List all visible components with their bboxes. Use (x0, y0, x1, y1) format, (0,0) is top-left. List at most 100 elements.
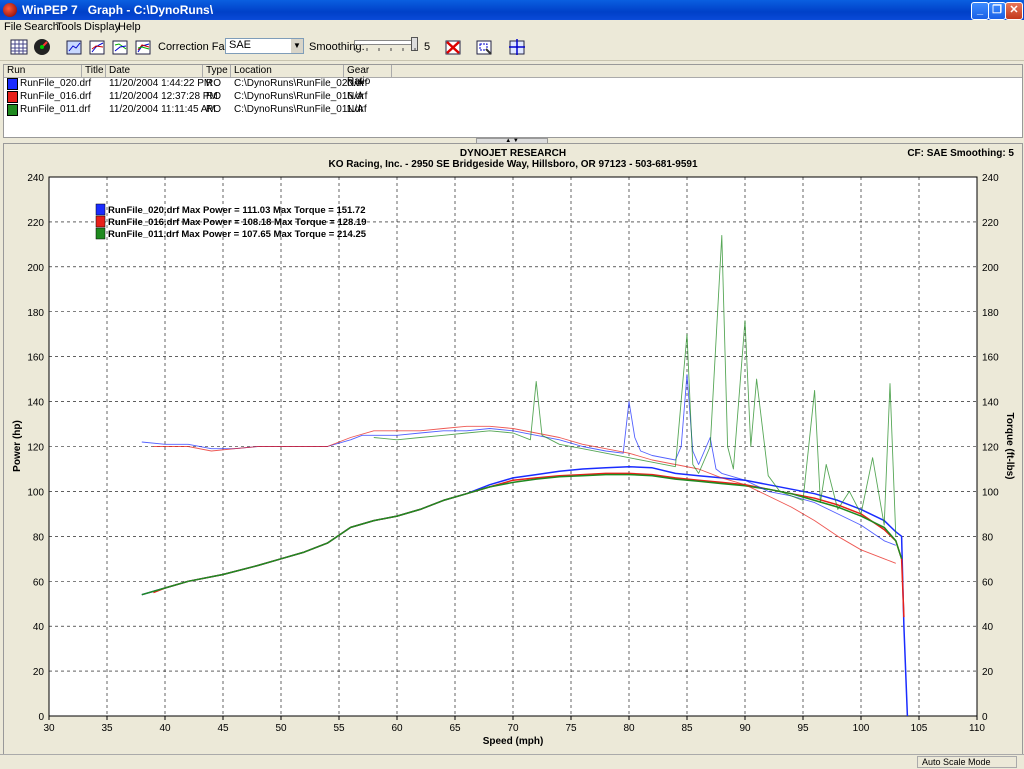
y2-tick-label: 160 (982, 353, 999, 364)
run-color-swatch (7, 78, 18, 90)
maximize-button[interactable]: ❐ (988, 2, 1006, 20)
y2-tick-label: 80 (982, 532, 994, 543)
smoothing-value: 5 (424, 41, 431, 53)
run-name: RunFile_011.drf (20, 104, 91, 115)
dyno-chart[interactable]: DYNOJET RESEARCH KO Racing, Inc. - 2950 … (4, 144, 1022, 755)
run-type: RO (206, 78, 221, 89)
y-tick-label: 220 (27, 218, 44, 229)
legend: RunFile_020.drf Max Power = 111.03 Max T… (95, 203, 367, 240)
y-tick-label: 200 (27, 263, 44, 274)
graph-overlay-icon[interactable] (133, 37, 153, 57)
app-icon (3, 3, 17, 17)
graph-3d-icon[interactable] (64, 37, 84, 57)
y-tick-label: 240 (27, 173, 44, 184)
correction-factor-select[interactable]: SAE ▼ (225, 38, 304, 54)
graph-panel: DYNOJET RESEARCH KO Racing, Inc. - 2950 … (3, 143, 1023, 756)
x-tick-label: 80 (623, 723, 635, 734)
run-row[interactable]: RunFile_011.drf 11/20/2004 11:11:45 AM R… (4, 104, 1022, 116)
run-row[interactable]: RunFile_020.drf 11/20/2004 1:44:22 PM RO… (4, 78, 1022, 90)
x-tick-label: 45 (217, 723, 229, 734)
y-tick-label: 120 (27, 443, 44, 454)
clear-graph-icon[interactable] (443, 37, 463, 57)
run-date: 11/20/2004 12:37:28 PM (109, 91, 218, 102)
run-list: Run Title Date Type Location Gear Ratio … (3, 64, 1023, 138)
y-tick-label: 0 (38, 712, 44, 723)
column-type[interactable]: Type (203, 65, 231, 77)
y2-tick-label: 120 (982, 443, 999, 454)
run-color-swatch (7, 91, 18, 103)
menu-tools[interactable]: Tools (56, 21, 82, 33)
legend-swatch (95, 203, 106, 216)
legend-entry: RunFile_016.drf Max Power = 108.18 Max T… (108, 217, 367, 228)
graph-cf-text: CF: SAE Smoothing: 5 (907, 148, 1014, 159)
run-gear-ratio: N/A (347, 91, 364, 102)
x-tick-label: 110 (969, 723, 985, 734)
zoom-select-icon[interactable] (474, 37, 494, 57)
x-tick-label: 70 (507, 723, 519, 734)
x-tick-label: 35 (101, 723, 113, 734)
y-tick-label: 60 (33, 577, 45, 588)
x-tick-label: 40 (159, 723, 171, 734)
run-name: RunFile_016.drf (20, 91, 92, 102)
crosshair-icon[interactable] (507, 37, 527, 57)
smoothing-slider-ticks (354, 48, 416, 51)
run-color-swatch (7, 104, 18, 116)
run-row[interactable]: RunFile_016.drf 11/20/2004 12:37:28 PM R… (4, 91, 1022, 103)
run-gear-ratio: N/A (347, 104, 364, 115)
smoothing-slider[interactable] (354, 37, 418, 52)
y2-tick-label: 60 (982, 577, 994, 588)
x-tick-label: 85 (681, 723, 693, 734)
menu-display[interactable]: Display (84, 21, 120, 33)
y2-tick-label: 200 (982, 263, 999, 274)
y-tick-label: 100 (27, 487, 44, 498)
y2-tick-label: 220 (982, 218, 999, 229)
legend-swatch (95, 227, 106, 240)
status-mode: Auto Scale Mode (917, 756, 1017, 768)
window-title: WinPEP 7 Graph - C:\DynoRuns\ (22, 3, 214, 17)
menu-search[interactable]: Search (24, 21, 59, 33)
y-tick-label: 160 (27, 353, 44, 364)
y2-tick-label: 40 (982, 622, 994, 633)
column-gear-ratio[interactable]: Gear Ratio (344, 65, 392, 87)
column-location[interactable]: Location (231, 65, 344, 77)
y2-tick-label: 180 (982, 308, 999, 319)
minimize-button[interactable]: _ (971, 2, 989, 20)
grid-view-icon[interactable] (9, 37, 29, 57)
x-tick-label: 50 (275, 723, 287, 734)
column-date[interactable]: Date (106, 65, 203, 77)
x-tick-label: 55 (333, 723, 345, 734)
x-tick-label: 95 (797, 723, 809, 734)
run-date: 11/20/2004 1:44:22 PM (109, 78, 213, 89)
menu-file[interactable]: File (4, 21, 22, 33)
x-tick-label: 30 (43, 723, 55, 734)
title-bar: WinPEP 7 Graph - C:\DynoRuns\ _ ❐ ✕ (0, 0, 1024, 20)
y2-tick-label: 100 (982, 487, 999, 498)
run-list-header: Run Title Date Type Location Gear Ratio (4, 65, 1022, 87)
column-run[interactable]: Run (4, 65, 82, 77)
y-tick-label: 20 (33, 667, 45, 678)
menu-bar: File Search Tools Display Help (0, 20, 1024, 34)
y2-tick-label: 0 (982, 712, 988, 723)
legend-entry: RunFile_011.drf Max Power = 107.65 Max T… (108, 229, 367, 240)
x-axis-label: Speed (mph) (483, 736, 544, 747)
run-gear-ratio: N/A (347, 78, 364, 89)
y2-tick-label: 20 (982, 667, 994, 678)
graph-power-icon[interactable] (87, 37, 107, 57)
x-tick-label: 75 (565, 723, 577, 734)
chevron-down-icon[interactable]: ▼ (291, 39, 303, 53)
close-button[interactable]: ✕ (1005, 2, 1023, 20)
menu-help[interactable]: Help (118, 21, 141, 33)
graph-header-title: DYNOJET RESEARCH (460, 148, 566, 159)
y-tick-label: 140 (27, 398, 44, 409)
status-bar: Auto Scale Mode (0, 754, 1024, 769)
y-tick-label: 40 (33, 622, 45, 633)
y-tick-label: 180 (27, 308, 44, 319)
graph-torque-icon[interactable] (110, 37, 130, 57)
correction-factor-value: SAE (229, 39, 252, 51)
column-title[interactable]: Title (82, 65, 106, 77)
x-tick-label: 60 (391, 723, 403, 734)
legend-entry: RunFile_020.drf Max Power = 111.03 Max T… (108, 205, 366, 216)
run-type: RO (206, 104, 221, 115)
gauge-icon[interactable] (32, 37, 52, 57)
x-tick-label: 65 (449, 723, 461, 734)
